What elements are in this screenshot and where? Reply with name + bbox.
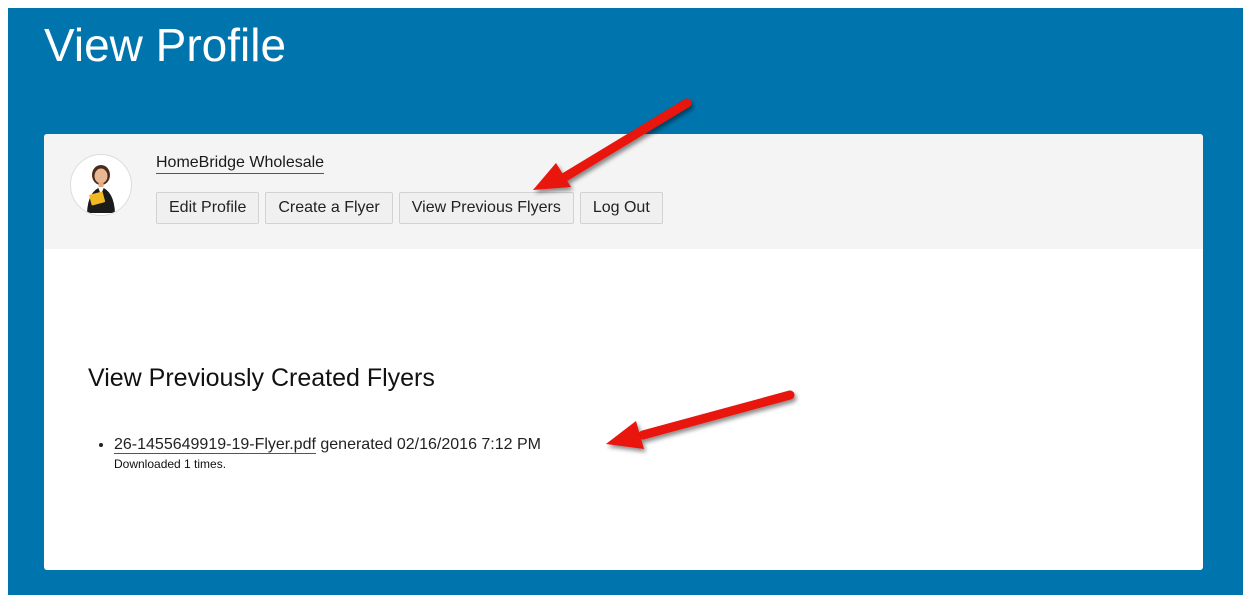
- profile-header: HomeBridge Wholesale Edit Profile Create…: [44, 134, 1203, 249]
- create-flyer-button[interactable]: Create a Flyer: [265, 192, 393, 224]
- flyers-heading: View Previously Created Flyers: [88, 364, 435, 392]
- flyer-list: 26-1455649919-19-Flyer.pdf generated 02/…: [88, 436, 541, 471]
- profile-actions: Edit Profile Create a Flyer View Previou…: [156, 192, 663, 224]
- profile-name-link[interactable]: HomeBridge Wholesale: [156, 154, 325, 174]
- flyer-generated-text: generated 02/16/2016 7:12 PM: [320, 436, 541, 453]
- list-item: 26-1455649919-19-Flyer.pdf generated 02/…: [114, 436, 541, 471]
- flyer-file-link[interactable]: 26-1455649919-19-Flyer.pdf: [114, 436, 316, 454]
- page-frame: View Profile HomeBridge Wholesale Edit P…: [8, 8, 1243, 595]
- flyer-download-count: Downloaded 1 times.: [114, 457, 227, 471]
- user-avatar-icon: [70, 154, 132, 216]
- page-title: View Profile: [44, 19, 287, 71]
- profile-card: HomeBridge Wholesale Edit Profile Create…: [44, 134, 1203, 570]
- log-out-button[interactable]: Log Out: [579, 192, 663, 224]
- view-previous-flyers-button[interactable]: View Previous Flyers: [398, 192, 574, 224]
- edit-profile-button[interactable]: Edit Profile: [156, 192, 260, 224]
